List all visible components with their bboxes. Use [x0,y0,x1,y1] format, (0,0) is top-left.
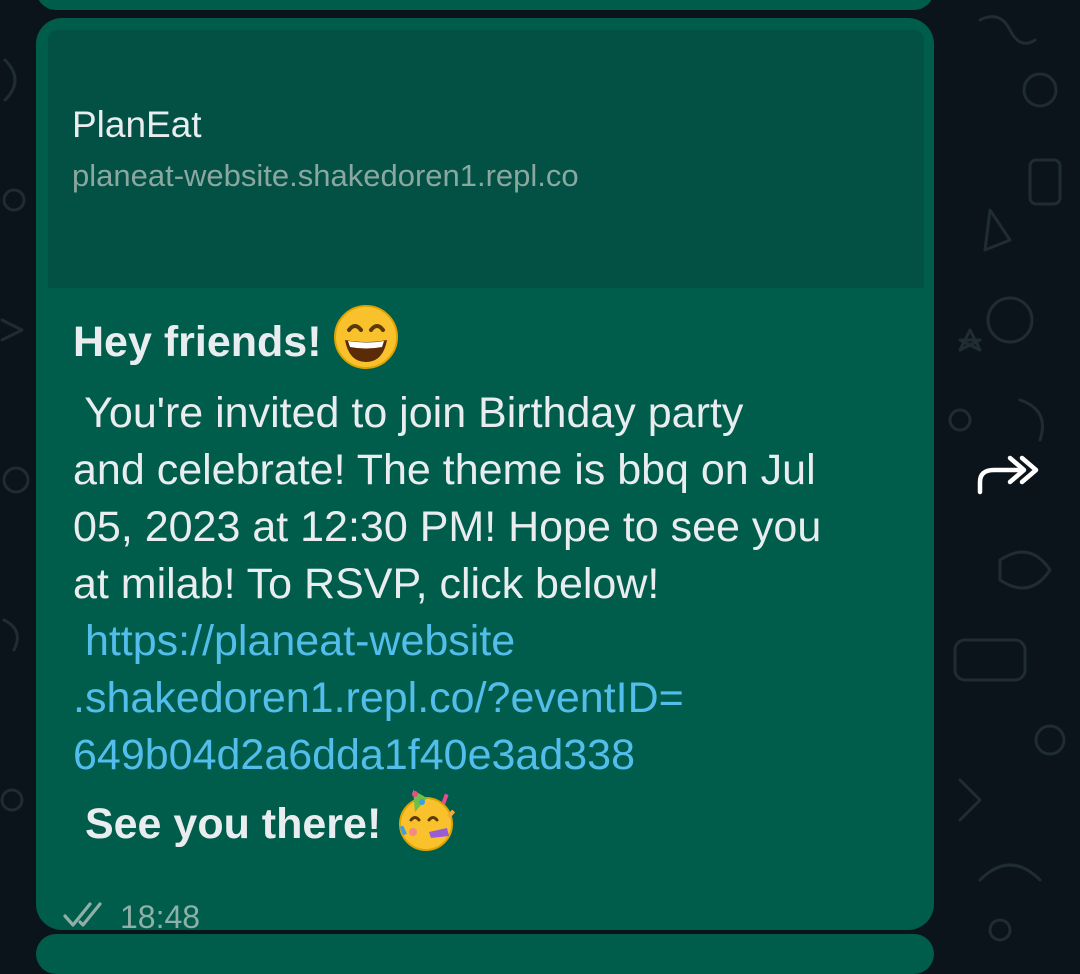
message-bubble[interactable]: PlanEat planeat-website.shakedoren1.repl… [36,18,934,935]
partying-face-emoji [393,786,459,867]
body-line: You're invited to join Birthday party [73,389,744,437]
previous-message-bubble[interactable] [36,0,934,10]
message-time: 18:48 [120,898,201,935]
double-check-icon [62,900,110,935]
message-footer: 18:48 [62,896,200,938]
closing-text: See you there! [73,799,382,848]
body-line: 05, 2023 at 12:30 PM! Hope to see you [73,503,822,551]
link-preview-title: PlanEat [72,104,202,145]
rsvp-link-line-2[interactable]: .shakedoren1.repl.co/?eventID= [73,670,913,727]
message-text: Hey friends! You're invited to join Birt… [73,304,913,867]
body-line: and celebrate! The theme is bbq on Jul [73,446,816,494]
greeting-text: Hey friends! [73,317,322,366]
link-preview-url: planeat-website.shakedoren1.repl.co [72,158,579,193]
rsvp-link-line-1[interactable]: https://planeat-website [73,613,913,670]
grinning-face-emoji [333,304,399,385]
next-message-bubble[interactable] [36,934,934,974]
greeting-line: Hey friends! [73,304,913,385]
body-line: at milab! To RSVP, click below! [73,560,660,608]
forward-icon[interactable] [974,448,1040,496]
closing-line: See you there! [73,786,913,867]
rsvp-link-line-3[interactable]: 649b04d2a6dda1f40e3ad338 [73,727,913,784]
